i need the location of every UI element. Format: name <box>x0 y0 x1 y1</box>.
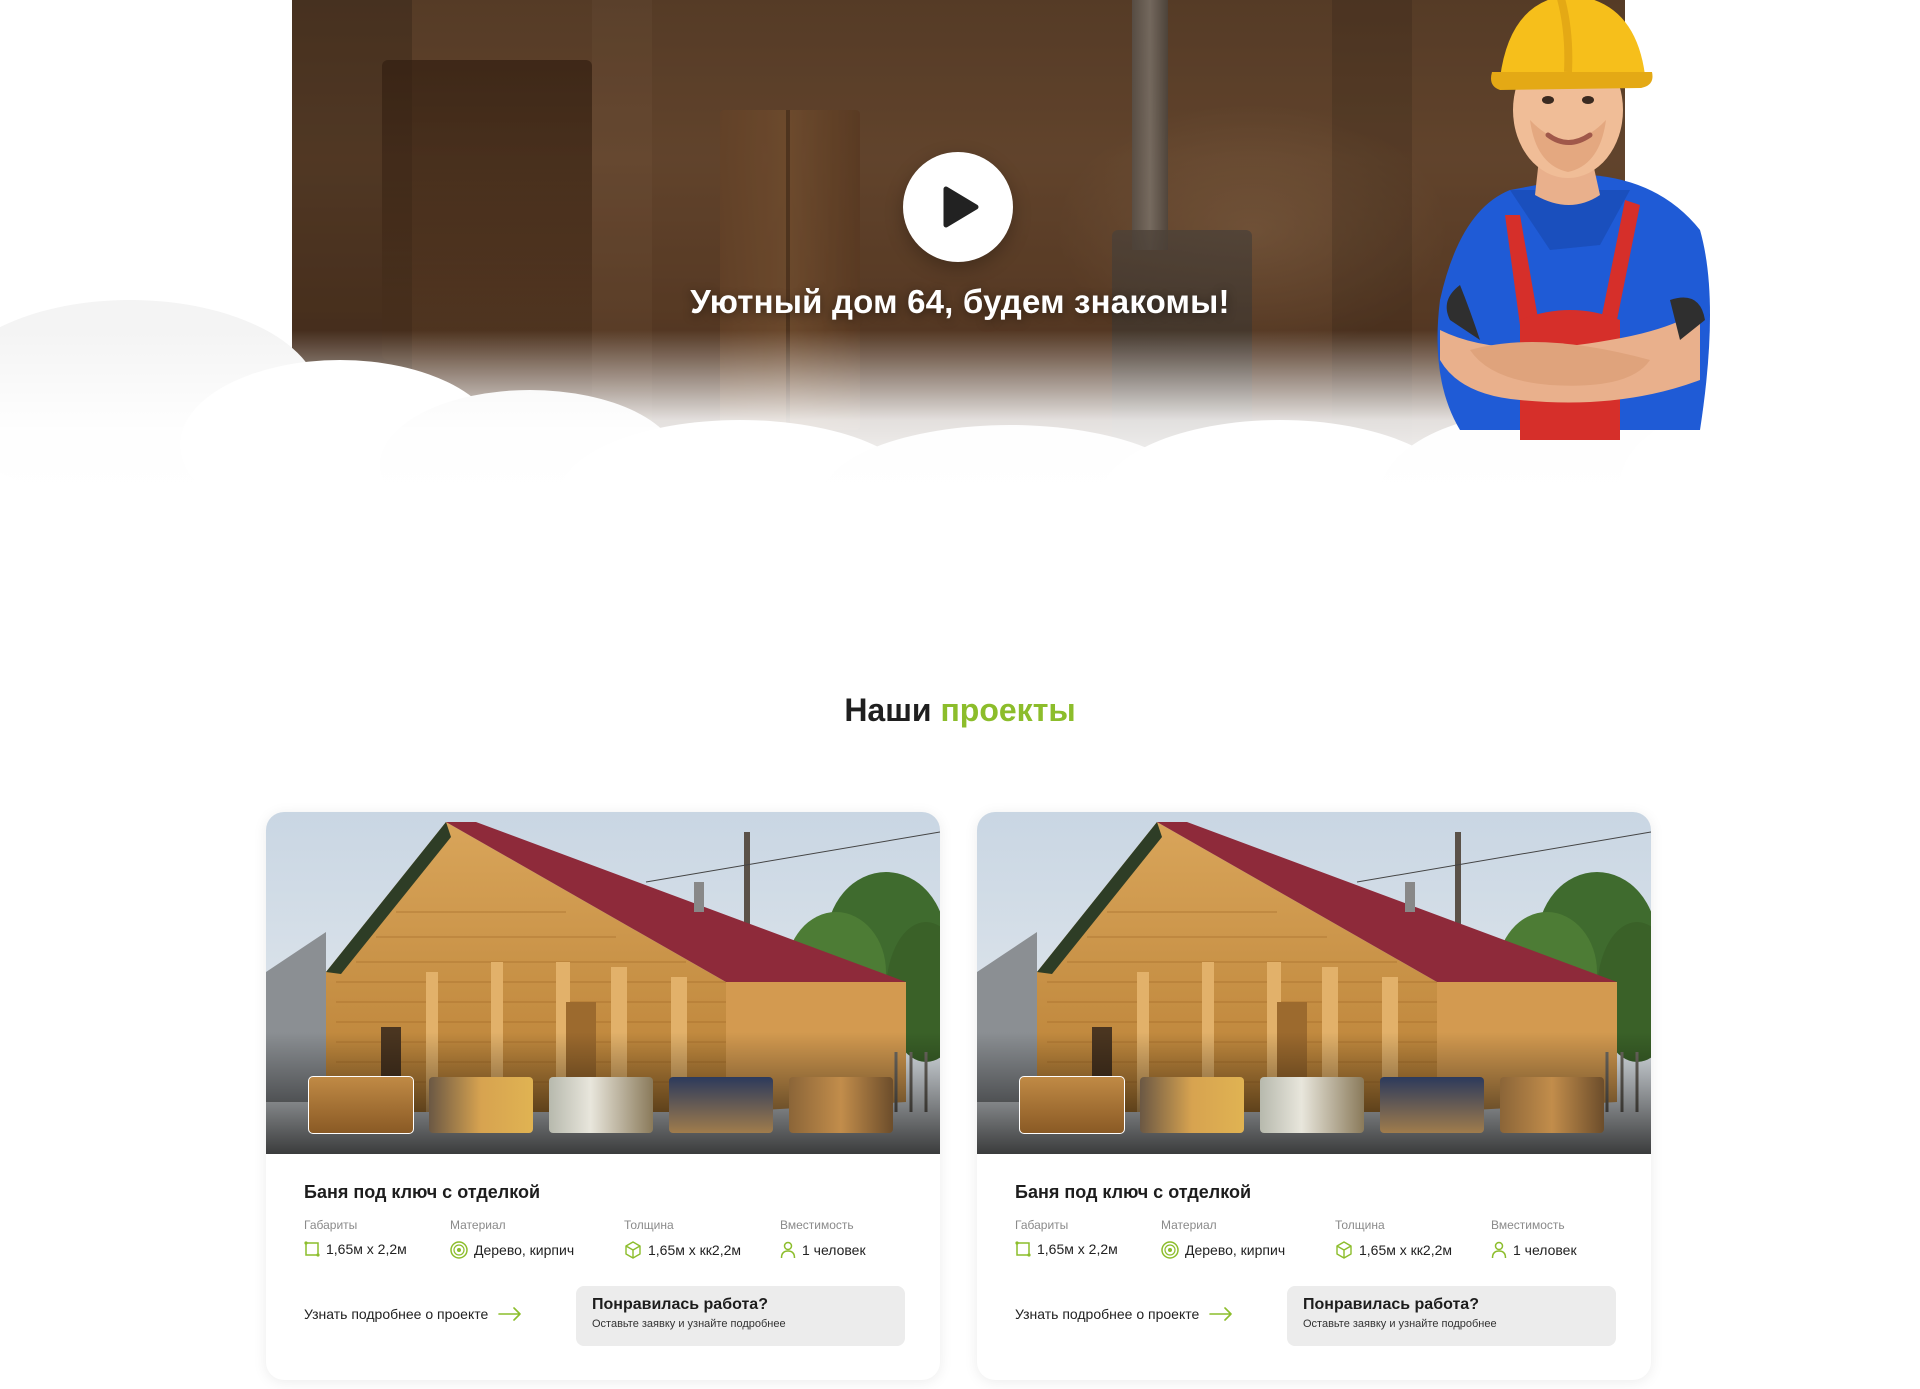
project-details-label: Узнать подробнее о проекте <box>1015 1306 1200 1322</box>
project-card: Баня под ключ с отделкой Габариты 1,65м … <box>266 812 940 1380</box>
person-icon <box>1491 1241 1507 1259</box>
spec-material: Материал Дерево, кирпич <box>450 1218 574 1259</box>
spec-value: 1,65м х кк2,2м <box>648 1242 741 1258</box>
thumbnail[interactable] <box>1500 1077 1604 1133</box>
person-icon <box>780 1241 796 1259</box>
spec-dimensions: Габариты 1,65м х 2,2м <box>1015 1218 1118 1257</box>
section-title-accent: проекты <box>940 692 1076 728</box>
thumbnail-strip <box>308 1076 899 1135</box>
project-photo[interactable] <box>266 812 940 1154</box>
arrow-right-icon <box>1209 1307 1233 1321</box>
spec-value: Дерево, кирпич <box>474 1242 575 1258</box>
spec-value: Дерево, кирпич <box>1185 1242 1286 1258</box>
arrow-right-icon <box>498 1307 522 1321</box>
spec-label: Толщина <box>1335 1218 1385 1232</box>
thumbnail[interactable] <box>789 1077 893 1133</box>
thumbnail[interactable] <box>429 1077 533 1133</box>
thumbnail[interactable] <box>1140 1077 1244 1133</box>
spec-value: 1,65м х кк2,2м <box>1359 1242 1452 1258</box>
material-icon <box>450 1241 468 1259</box>
dimensions-icon <box>304 1241 320 1257</box>
spec-label: Материал <box>1161 1218 1217 1232</box>
thickness-icon <box>1336 1241 1352 1259</box>
project-card: Баня под ключ с отделкой Габариты 1,65м … <box>977 812 1651 1380</box>
project-details-link[interactable]: Узнать подробнее о проекте <box>304 1306 522 1322</box>
request-button[interactable]: Понравилась работа? Оставьте заявку и уз… <box>576 1286 905 1346</box>
play-icon <box>943 186 979 228</box>
thickness-icon <box>625 1241 641 1259</box>
spec-value: 1,65м х 2,2м <box>326 1241 407 1257</box>
spec-thickness: Толщина 1,65м х кк2,2м <box>624 1218 741 1259</box>
thumbnail-strip <box>1019 1076 1610 1135</box>
thumbnail[interactable] <box>1380 1077 1484 1133</box>
spec-value: 1 человек <box>802 1242 866 1258</box>
section-title: Наши проекты <box>0 692 1920 729</box>
spec-label: Вместимость <box>1491 1218 1565 1232</box>
spec-capacity: Вместимость 1 человек <box>780 1218 866 1259</box>
project-title: Баня под ключ с отделкой <box>304 1182 541 1202</box>
play-button[interactable] <box>903 152 1013 262</box>
spec-label: Габариты <box>1015 1218 1069 1232</box>
project-photo[interactable] <box>977 812 1651 1154</box>
spec-dimensions: Габариты 1,65м х 2,2м <box>304 1218 407 1257</box>
spec-thickness: Толщина 1,65м х кк2,2м <box>1335 1218 1452 1259</box>
project-details-link[interactable]: Узнать подробнее о проекте <box>1015 1306 1233 1322</box>
spec-label: Габариты <box>304 1218 358 1232</box>
project-details-label: Узнать подробнее о проекте <box>304 1306 489 1322</box>
spec-value: 1,65м х 2,2м <box>1037 1241 1118 1257</box>
section-title-main: Наши <box>844 692 932 728</box>
request-title: Понравилась работа? <box>1303 1296 1479 1313</box>
request-title: Понравилась работа? <box>592 1296 768 1313</box>
spec-label: Вместимость <box>780 1218 854 1232</box>
material-icon <box>1161 1241 1179 1259</box>
thumbnail[interactable] <box>549 1077 653 1133</box>
spec-material: Материал Дерево, кирпич <box>1161 1218 1285 1259</box>
thumbnail[interactable] <box>1260 1077 1364 1133</box>
thumbnail[interactable] <box>308 1076 414 1134</box>
request-button[interactable]: Понравилась работа? Оставьте заявку и уз… <box>1287 1286 1616 1346</box>
request-subtitle: Оставьте заявку и узнайте подробнее <box>1303 1318 1497 1330</box>
project-title: Баня под ключ с отделкой <box>1015 1182 1252 1202</box>
spec-capacity: Вместимость 1 человек <box>1491 1218 1577 1259</box>
worker-illustration <box>1437 0 1710 440</box>
spec-label: Толщина <box>624 1218 674 1232</box>
spec-label: Материал <box>450 1218 506 1232</box>
dimensions-icon <box>1015 1241 1031 1257</box>
spec-value: 1 человек <box>1513 1242 1577 1258</box>
thumbnail[interactable] <box>669 1077 773 1133</box>
request-subtitle: Оставьте заявку и узнайте подробнее <box>592 1318 786 1330</box>
thumbnail[interactable] <box>1019 1076 1125 1134</box>
